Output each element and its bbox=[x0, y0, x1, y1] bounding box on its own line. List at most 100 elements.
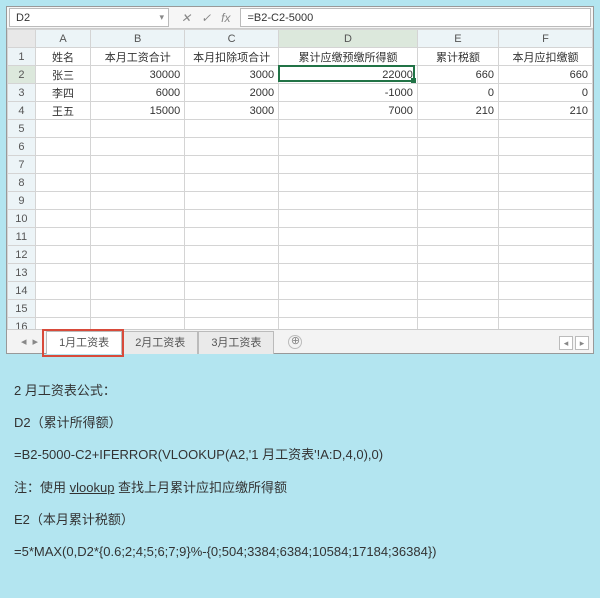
cell[interactable] bbox=[279, 210, 418, 228]
sheet-tab-1[interactable]: 1月工资表 bbox=[46, 331, 122, 354]
row-header[interactable]: 7 bbox=[8, 156, 36, 174]
cell[interactable] bbox=[279, 264, 418, 282]
add-sheet-button[interactable]: ⊕ bbox=[288, 335, 302, 349]
cell[interactable] bbox=[279, 192, 418, 210]
col-header-E[interactable]: E bbox=[417, 30, 498, 48]
col-header-D[interactable]: D bbox=[279, 30, 418, 48]
col-header-B[interactable]: B bbox=[91, 30, 185, 48]
cell[interactable] bbox=[35, 264, 91, 282]
cell[interactable] bbox=[417, 156, 498, 174]
row-header-1[interactable]: 1 bbox=[8, 48, 36, 66]
cell[interactable] bbox=[35, 246, 91, 264]
row-header-2[interactable]: 2 bbox=[8, 66, 36, 84]
cell[interactable] bbox=[185, 246, 279, 264]
row-header-3[interactable]: 3 bbox=[8, 84, 36, 102]
row-header[interactable]: 8 bbox=[8, 174, 36, 192]
cell[interactable] bbox=[417, 138, 498, 156]
cell[interactable]: 210 bbox=[417, 102, 498, 120]
cell[interactable] bbox=[91, 246, 185, 264]
scroll-right-icon[interactable]: ▸ bbox=[575, 336, 589, 350]
cell[interactable] bbox=[35, 300, 91, 318]
row-header[interactable]: 15 bbox=[8, 300, 36, 318]
cell[interactable] bbox=[499, 210, 593, 228]
cell[interactable] bbox=[279, 318, 418, 330]
cell[interactable] bbox=[35, 120, 91, 138]
cell[interactable]: 0 bbox=[417, 84, 498, 102]
cell[interactable]: 0 bbox=[499, 84, 593, 102]
cell[interactable] bbox=[35, 210, 91, 228]
cell[interactable] bbox=[35, 174, 91, 192]
fx-icon[interactable]: fx bbox=[221, 11, 230, 25]
name-box-dropdown-icon[interactable]: ▾ bbox=[159, 12, 164, 23]
cell[interactable] bbox=[91, 192, 185, 210]
cell[interactable]: 3000 bbox=[185, 102, 279, 120]
cell[interactable] bbox=[35, 138, 91, 156]
cell[interactable] bbox=[417, 282, 498, 300]
cell[interactable] bbox=[279, 246, 418, 264]
cell[interactable] bbox=[279, 156, 418, 174]
grid[interactable]: A B C D E F 1 姓名 本月工资合计 本月扣除项合计 累计应缴预缴所得… bbox=[7, 29, 593, 329]
cell[interactable]: 30000 bbox=[91, 66, 185, 84]
cell[interactable] bbox=[35, 228, 91, 246]
cell[interactable] bbox=[91, 174, 185, 192]
cell[interactable] bbox=[279, 228, 418, 246]
cell[interactable] bbox=[417, 300, 498, 318]
cell[interactable]: 7000 bbox=[279, 102, 418, 120]
cell[interactable] bbox=[499, 246, 593, 264]
cell[interactable]: -1000 bbox=[279, 84, 418, 102]
cell[interactable] bbox=[35, 282, 91, 300]
cell[interactable] bbox=[499, 156, 593, 174]
cell[interactable] bbox=[499, 120, 593, 138]
cell[interactable] bbox=[185, 210, 279, 228]
cell[interactable]: 本月扣除项合计 bbox=[185, 48, 279, 66]
cell[interactable]: 张三 bbox=[35, 66, 91, 84]
cell[interactable] bbox=[185, 300, 279, 318]
cell[interactable] bbox=[499, 174, 593, 192]
enter-icon[interactable]: ✓ bbox=[201, 11, 211, 25]
cell[interactable]: 李四 bbox=[35, 84, 91, 102]
cell[interactable] bbox=[417, 120, 498, 138]
cancel-icon[interactable]: ✕ bbox=[181, 11, 191, 25]
cell[interactable]: 210 bbox=[499, 102, 593, 120]
cell[interactable]: 660 bbox=[417, 66, 498, 84]
cell[interactable]: 3000 bbox=[185, 66, 279, 84]
cell-selected[interactable]: 22000 bbox=[279, 66, 418, 84]
cell[interactable] bbox=[35, 318, 91, 330]
row-header[interactable]: 10 bbox=[8, 210, 36, 228]
cell[interactable] bbox=[91, 300, 185, 318]
cell[interactable] bbox=[91, 318, 185, 330]
sheet-tab-3[interactable]: 3月工资表 bbox=[198, 331, 274, 354]
cell[interactable] bbox=[499, 318, 593, 330]
row-header[interactable]: 16 bbox=[8, 318, 36, 330]
cell[interactable] bbox=[185, 120, 279, 138]
cell[interactable] bbox=[499, 192, 593, 210]
cell[interactable] bbox=[499, 282, 593, 300]
row-header[interactable]: 11 bbox=[8, 228, 36, 246]
cell[interactable]: 6000 bbox=[91, 84, 185, 102]
row-header[interactable]: 14 bbox=[8, 282, 36, 300]
row-header[interactable]: 5 bbox=[8, 120, 36, 138]
cell[interactable] bbox=[185, 192, 279, 210]
cell[interactable]: 累计税额 bbox=[417, 48, 498, 66]
cell[interactable]: 2000 bbox=[185, 84, 279, 102]
cell[interactable] bbox=[499, 264, 593, 282]
cell[interactable] bbox=[91, 156, 185, 174]
cell[interactable] bbox=[499, 228, 593, 246]
cell[interactable]: 15000 bbox=[91, 102, 185, 120]
cell[interactable] bbox=[91, 138, 185, 156]
cell[interactable] bbox=[279, 174, 418, 192]
cell[interactable] bbox=[417, 318, 498, 330]
cell[interactable] bbox=[185, 174, 279, 192]
cell[interactable] bbox=[499, 300, 593, 318]
cell[interactable] bbox=[417, 192, 498, 210]
cell[interactable]: 660 bbox=[499, 66, 593, 84]
cell[interactable] bbox=[185, 264, 279, 282]
cell[interactable]: 王五 bbox=[35, 102, 91, 120]
row-header[interactable]: 9 bbox=[8, 192, 36, 210]
cell[interactable] bbox=[185, 282, 279, 300]
cell[interactable] bbox=[417, 228, 498, 246]
cell[interactable] bbox=[185, 228, 279, 246]
cell[interactable] bbox=[185, 156, 279, 174]
cell[interactable]: 本月工资合计 bbox=[91, 48, 185, 66]
cell[interactable]: 累计应缴预缴所得额 bbox=[279, 48, 418, 66]
